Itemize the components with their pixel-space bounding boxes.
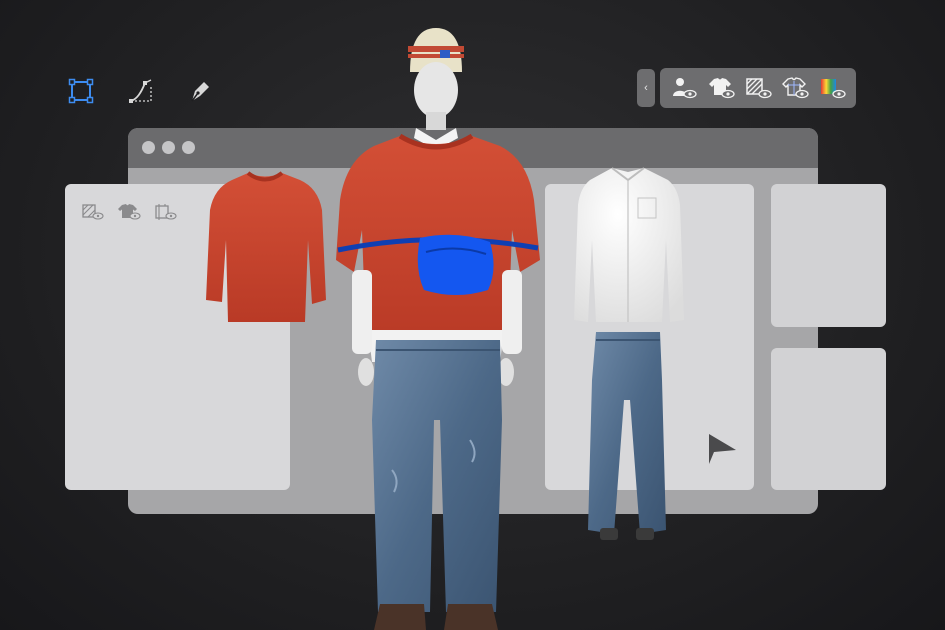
floating-jeans bbox=[588, 332, 666, 540]
avatar-mannequin bbox=[336, 28, 540, 630]
floating-shirt bbox=[574, 167, 684, 322]
garment-scene bbox=[206, 28, 736, 630]
pointer-cursor-icon bbox=[709, 434, 736, 464]
floating-sweater bbox=[206, 171, 326, 322]
